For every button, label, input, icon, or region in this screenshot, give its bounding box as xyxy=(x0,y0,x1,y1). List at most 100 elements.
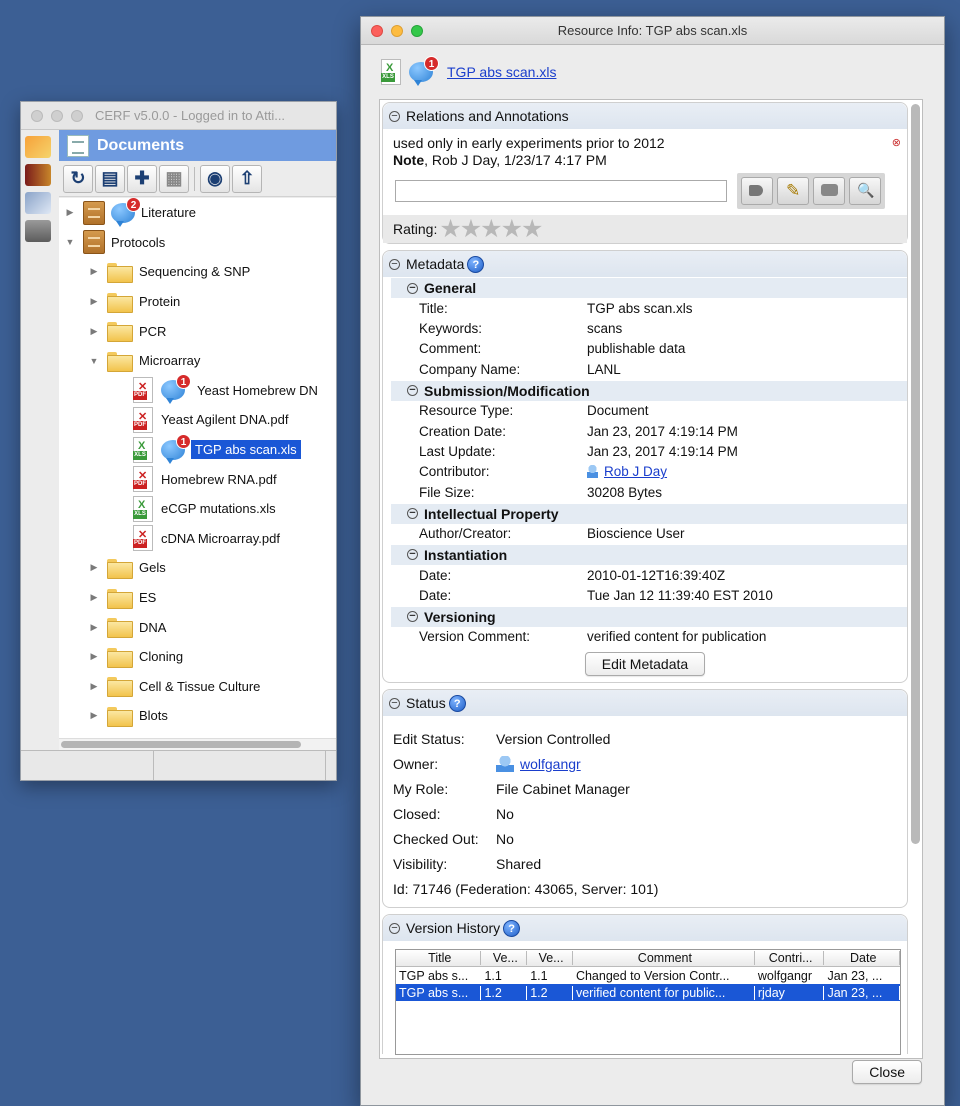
status-key: Closed: xyxy=(393,805,441,822)
expand-arrow-icon[interactable]: ▶ xyxy=(87,681,101,692)
metadata-row: Company Name: LANL xyxy=(383,359,907,379)
column-header[interactable]: Date xyxy=(824,951,900,966)
metadata-subsection-header[interactable]: − Instantiation xyxy=(391,544,907,565)
collapse-arrow-icon[interactable]: ▼ xyxy=(87,356,101,366)
collapse-icon[interactable]: − xyxy=(389,258,400,270)
tree-folder[interactable]: ▶ Blots xyxy=(59,701,336,731)
vertical-scrollbar[interactable] xyxy=(911,104,920,844)
expand-arrow-icon[interactable]: ▶ xyxy=(87,562,101,573)
edit-tag-icon[interactable] xyxy=(777,177,809,205)
comment-icon[interactable] xyxy=(813,177,845,205)
search-tag-icon[interactable] xyxy=(849,177,881,205)
resource-file-link[interactable]: TGP abs scan.xls xyxy=(447,64,556,80)
collapse-icon[interactable]: − xyxy=(407,282,418,294)
relations-section-header[interactable]: − Relations and Annotations xyxy=(383,103,907,129)
collapse-icon[interactable]: − xyxy=(389,110,400,122)
close-window-button[interactable] xyxy=(371,24,383,37)
properties-button[interactable]: ▦ xyxy=(159,164,189,193)
expand-arrow-icon[interactable]: ▶ xyxy=(87,266,101,277)
column-header[interactable]: Title xyxy=(396,951,482,966)
status-key: Edit Status: xyxy=(393,730,465,747)
expand-arrow-icon[interactable]: ▶ xyxy=(87,622,101,633)
metadata-subsection-header[interactable]: − Intellectual Property xyxy=(391,503,907,524)
expand-arrow-icon[interactable]: ▶ xyxy=(87,296,101,307)
tree-file[interactable]: ✕ PDF cDNA Microarray.pdf xyxy=(59,524,336,554)
tree-file[interactable]: ✕ PDF 1 Yeast Homebrew DN xyxy=(59,374,336,406)
metadata-section-header[interactable]: − Metadata ? xyxy=(383,251,907,277)
delete-annotation-icon[interactable]: ⊗ xyxy=(892,135,901,152)
collapse-icon[interactable]: − xyxy=(407,549,418,561)
network-icon[interactable] xyxy=(25,192,51,214)
books-icon[interactable] xyxy=(25,164,51,186)
column-header[interactable]: Contri... xyxy=(755,951,825,966)
tag-icon[interactable] xyxy=(741,177,773,205)
view-button[interactable]: ◉ xyxy=(200,164,230,193)
minimize-window-button[interactable] xyxy=(391,24,403,37)
collapse-icon[interactable]: − xyxy=(407,385,418,397)
help-icon[interactable]: ? xyxy=(467,255,485,273)
upload-button[interactable]: ⇧ xyxy=(232,164,262,193)
table-row[interactable]: TGP abs s... 1.1 1.1 Changed to Version … xyxy=(396,967,900,984)
collapse-icon[interactable]: − xyxy=(389,922,400,934)
metadata-subsection-header[interactable]: − Submission/Modification xyxy=(391,380,907,401)
zoom-window-button[interactable] xyxy=(411,24,423,37)
tree-folder[interactable]: ▶ Protein xyxy=(59,287,336,317)
cerf-title-bar[interactable]: CERF v5.0.0 - Logged in to Atti... xyxy=(21,102,336,130)
status-section-header[interactable]: − Status ? xyxy=(383,690,907,717)
add-button[interactable]: ✚ xyxy=(127,164,157,193)
collapse-icon[interactable]: − xyxy=(407,611,418,623)
tree-folder[interactable]: ▶ Sequencing & SNP xyxy=(59,257,336,287)
expand-arrow-icon[interactable]: ▶ xyxy=(87,710,101,721)
collapse-icon[interactable]: − xyxy=(407,508,418,520)
close-button[interactable]: Close xyxy=(852,1060,922,1084)
collapse-icon[interactable]: − xyxy=(389,697,400,709)
tree-file-selected[interactable]: X XLS 1 TGP abs scan.xls xyxy=(59,433,336,465)
collapse-arrow-icon[interactable]: ▼ xyxy=(63,237,77,247)
help-icon[interactable]: ? xyxy=(448,694,466,712)
column-header[interactable]: Ve... xyxy=(481,951,528,966)
minimize-dot[interactable] xyxy=(51,109,63,122)
contributor-link[interactable]: Rob J Day xyxy=(604,464,667,479)
home-icon[interactable] xyxy=(25,136,51,158)
tree-folder[interactable]: ▶ ES xyxy=(59,583,336,613)
tree-file[interactable]: X XLS eCGP mutations.xls xyxy=(59,494,336,524)
expand-arrow-icon[interactable]: ▶ xyxy=(87,592,101,603)
tree-item-literature[interactable]: ▶ 2 Literature xyxy=(59,198,336,228)
table-row-selected[interactable]: TGP abs s... 1.2 1.2 verified content fo… xyxy=(396,984,900,1002)
edit-metadata-button[interactable]: Edit Metadata xyxy=(584,652,706,677)
help-icon[interactable]: ? xyxy=(503,919,521,937)
version-history-header[interactable]: − Version History ? xyxy=(383,915,907,942)
tree-file[interactable]: ✕ PDF Yeast Agilent DNA.pdf xyxy=(59,405,336,435)
tree-folder[interactable]: ▶ DNA xyxy=(59,612,336,642)
metadata-key: Author/Creator: xyxy=(419,526,512,542)
refresh-button[interactable]: ↻ xyxy=(63,164,93,193)
zoom-dot[interactable] xyxy=(71,109,83,122)
expand-arrow-icon[interactable]: ▶ xyxy=(87,326,101,337)
tree-folder-microarray[interactable]: ▼ Microarray xyxy=(59,346,336,376)
tree-item-protocols[interactable]: ▼ Protocols xyxy=(59,228,336,258)
resource-info-title-bar[interactable]: Resource Info: TGP abs scan.xls xyxy=(361,17,944,45)
tree-folder[interactable]: ▶ Cell & Tissue Culture xyxy=(59,672,336,702)
tree-folder[interactable]: ▶ Cloning xyxy=(59,642,336,672)
tree-folder[interactable]: ▶ Gels xyxy=(59,553,336,583)
drive-icon[interactable] xyxy=(25,220,51,242)
window-title: Resource Info: TGP abs scan.xls xyxy=(557,23,748,38)
expand-arrow-icon[interactable]: ▶ xyxy=(87,651,101,662)
column-header[interactable]: Comment xyxy=(573,951,755,966)
expand-arrow-icon[interactable]: ▶ xyxy=(63,207,77,218)
xls-file-icon: X XLS xyxy=(133,436,153,463)
scrollbar-thumb[interactable] xyxy=(61,741,301,748)
close-dot[interactable] xyxy=(31,109,43,122)
rating-stars-icon[interactable]: ★★★★★ xyxy=(439,217,543,242)
annotation-input[interactable] xyxy=(395,180,727,202)
metadata-subsection-header[interactable]: − Versioning xyxy=(391,606,907,627)
folder-label: DNA xyxy=(139,619,167,635)
owner-link[interactable]: wolfgangr xyxy=(520,756,581,772)
new-document-button[interactable]: ▤ xyxy=(95,164,125,193)
tree-folder[interactable]: ▶ PCR xyxy=(59,316,336,346)
horizontal-scrollbar[interactable] xyxy=(59,738,336,750)
tree-file[interactable]: ✕ PDF Homebrew RNA.pdf xyxy=(59,464,336,494)
column-header[interactable]: Ve... xyxy=(527,951,573,966)
status-body: Edit Status: Version Controlled Owner: wol… xyxy=(383,716,907,907)
metadata-subsection-header[interactable]: − General xyxy=(391,278,907,298)
